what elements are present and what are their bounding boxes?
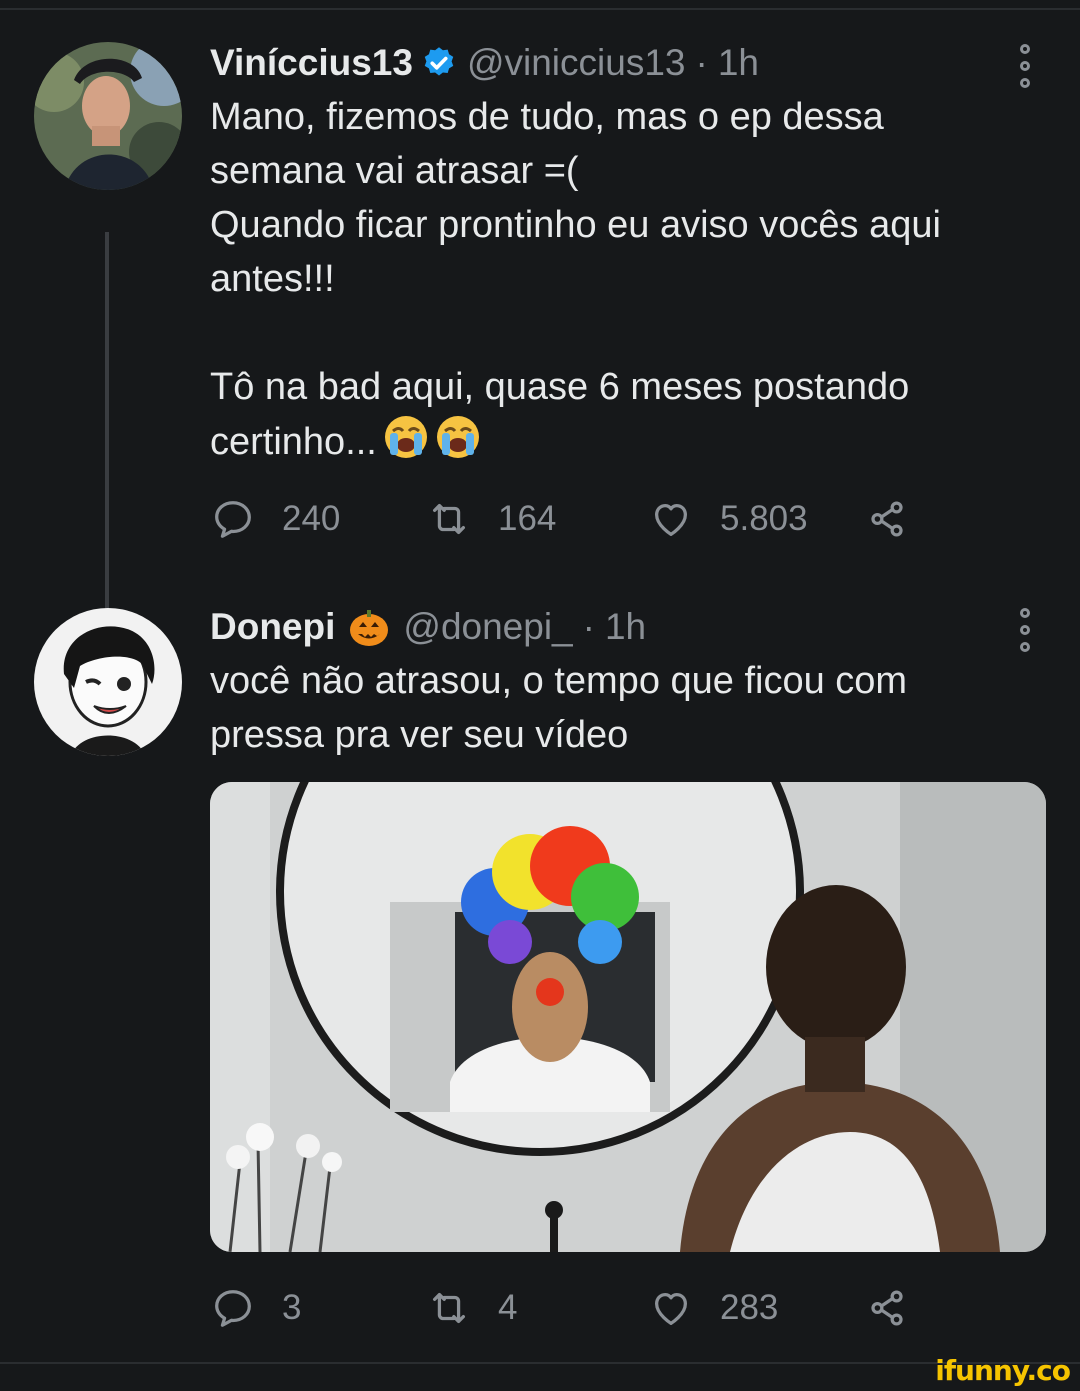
handle[interactable]: @viniccius13	[467, 42, 686, 84]
reply-count: 240	[282, 499, 341, 538]
separator: ·	[582, 606, 595, 647]
tweet-header: Viníccius13 @viniccius13 · 1h	[210, 36, 1040, 90]
avatar[interactable]	[34, 608, 182, 756]
reply-button[interactable]: 240	[210, 496, 426, 542]
loudly-crying-face-icon	[435, 414, 481, 460]
display-name[interactable]: Donepi	[210, 606, 335, 648]
bottom-divider	[0, 1362, 1080, 1364]
avatar-drawing	[34, 608, 182, 756]
watermark: ifunny.co	[935, 1354, 1071, 1387]
loudly-crying-face-icon	[383, 414, 429, 460]
attached-image[interactable]	[210, 782, 1046, 1252]
jack-o-lantern-icon	[347, 605, 391, 649]
avatar[interactable]	[34, 42, 182, 190]
share-button[interactable]	[864, 1285, 936, 1331]
avatar-photo	[34, 42, 182, 190]
tweet-text: você não atrasou, o tempo que ficou com …	[210, 660, 908, 756]
retweet-button[interactable]: 164	[426, 496, 648, 542]
share-icon	[871, 501, 903, 537]
like-button[interactable]: 5.803	[648, 496, 864, 542]
heart-icon	[654, 503, 688, 536]
tweet-actions: 3 4 283	[210, 1278, 1040, 1338]
reply-count: 3	[282, 1288, 302, 1327]
retweet-icon	[432, 1292, 466, 1324]
more-vertical-icon[interactable]	[1010, 608, 1040, 652]
retweet-button[interactable]: 4	[426, 1285, 648, 1331]
like-button[interactable]: 283	[648, 1285, 864, 1331]
top-divider	[0, 8, 1080, 10]
like-count: 5.803	[720, 499, 808, 538]
heart-icon	[654, 1292, 688, 1325]
tweet-header: Donepi @donepi_ · 1h	[210, 600, 1040, 654]
retweet-count: 4	[498, 1288, 518, 1327]
tweet-actions: 240 164 5.803	[210, 489, 1040, 549]
comment-icon	[215, 1290, 251, 1327]
retweet-icon	[432, 503, 466, 535]
share-icon	[871, 1290, 903, 1326]
display-name[interactable]: Viníccius13	[210, 42, 413, 84]
share-button[interactable]	[864, 496, 936, 542]
more-vertical-icon[interactable]	[1010, 44, 1040, 88]
retweet-count: 164	[498, 499, 557, 538]
timestamp[interactable]: 1h	[718, 42, 759, 84]
tweet-body: Mano, fizemos de tudo, mas o ep dessa se…	[210, 96, 941, 463]
verified-badge-icon	[421, 45, 457, 81]
meme-clown-mirror-image	[210, 782, 1046, 1252]
separator: ·	[695, 42, 708, 83]
timestamp[interactable]: 1h	[605, 606, 646, 648]
tweet-text: Mano, fizemos de tudo, mas o ep dessa se…	[210, 90, 1040, 469]
thread-line	[105, 232, 109, 634]
reply-button[interactable]: 3	[210, 1285, 426, 1331]
comment-icon	[215, 501, 251, 538]
like-count: 283	[720, 1288, 779, 1327]
handle[interactable]: @donepi_	[403, 606, 572, 648]
